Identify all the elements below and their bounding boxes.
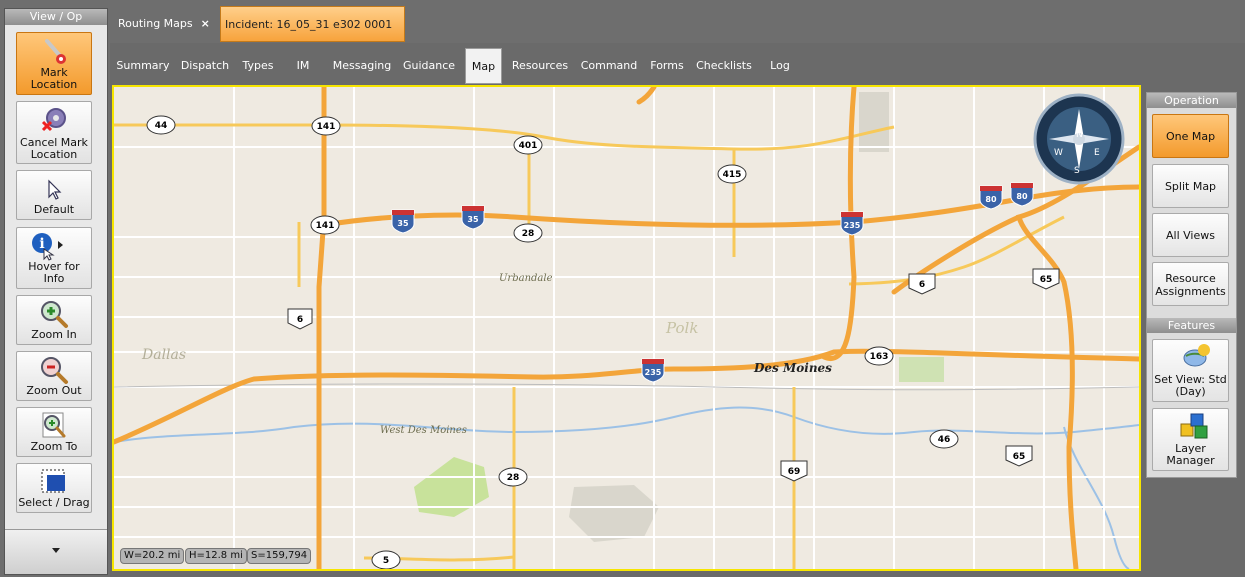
route-shield-5: 5 <box>383 556 389 566</box>
route-shield-28a: 28 <box>522 229 535 239</box>
tab-im[interactable]: IM <box>283 48 323 84</box>
cancel-mark-gear-icon <box>41 108 66 132</box>
hover-for-info-button[interactable]: i Hover for Info <box>16 227 92 289</box>
cancel-mark-location-button[interactable]: Cancel Mark Location <box>16 101 92 164</box>
route-shield-6b: 6 <box>919 280 925 290</box>
default-label: Default <box>33 203 75 216</box>
zoom-to-button[interactable]: Zoom To <box>16 407 92 457</box>
scale-height: H=12.8 mi <box>185 548 247 564</box>
zoom-out-button[interactable]: Zoom Out <box>16 351 92 401</box>
all-views-button[interactable]: All Views <box>1152 213 1229 257</box>
interstate-shield-80b: 80 <box>1016 192 1028 201</box>
tab-guidance[interactable]: Guidance <box>399 48 459 84</box>
route-shield-65a: 65 <box>1040 275 1053 285</box>
route-shield-415: 415 <box>723 170 742 180</box>
zoom-in-button[interactable]: Zoom In <box>16 295 92 345</box>
interstate-shield-80a: 80 <box>985 195 997 204</box>
operation-panel: Operation One Map Split Map All Views Re… <box>1146 92 1237 478</box>
tab-routing-maps-label: Routing Maps <box>118 17 193 30</box>
tab-forms[interactable]: Forms <box>647 48 687 84</box>
zoom-out-icon <box>41 357 68 384</box>
layer-cubes-icon <box>1180 413 1208 439</box>
interstate-shield-35a: 35 <box>397 219 409 228</box>
more-tools-button[interactable] <box>5 529 107 574</box>
route-shield-141a: 141 <box>317 122 336 132</box>
zoom-out-label: Zoom Out <box>26 384 82 397</box>
interstate-shield-35b: 35 <box>467 215 479 224</box>
tab-command[interactable]: Command <box>577 48 641 84</box>
route-shield-141b: 141 <box>316 221 335 231</box>
resource-assignments-button[interactable]: Resource Assignments <box>1152 262 1229 306</box>
tab-dispatch[interactable]: Dispatch <box>177 48 233 84</box>
hover-for-info-label: Hover for Info <box>28 260 80 285</box>
scale-width: W=20.2 mi <box>120 548 185 564</box>
route-shield-163: 163 <box>870 352 889 362</box>
river <box>114 406 1139 443</box>
place-label-urbandale: Urbandale <box>499 273 553 284</box>
tab-log[interactable]: Log <box>763 48 797 84</box>
set-view-label: Set View: Std (Day) <box>1154 373 1227 398</box>
app-window: View / Op Mark Location Cancel Mark Loca… <box>0 0 1245 577</box>
default-button[interactable]: Default <box>16 170 92 220</box>
interstate-shield-235a: 235 <box>844 221 861 230</box>
view-op-panel: View / Op Mark Location Cancel Mark Loca… <box>4 8 108 575</box>
cancel-mark-location-label: Cancel Mark Location <box>20 136 88 161</box>
airport-area <box>569 485 659 542</box>
compass-n: N <box>1076 130 1083 140</box>
view-op-title: View / Op <box>5 9 107 25</box>
compass-control[interactable]: N E S W <box>1033 93 1125 185</box>
one-map-button[interactable]: One Map <box>1152 114 1229 158</box>
info-hover-icon: i <box>32 233 63 261</box>
globe-view-icon <box>1183 344 1210 367</box>
tab-routing-maps[interactable]: Routing Maps × <box>112 6 216 42</box>
route-shield-28b: 28 <box>507 473 520 483</box>
place-label-polk: Polk <box>665 319 698 337</box>
tab-map[interactable]: Map <box>465 48 502 84</box>
mark-location-button[interactable]: Mark Location <box>16 32 92 95</box>
layer-manager-button[interactable]: Layer Manager <box>1152 408 1229 471</box>
compass-e: E <box>1094 148 1100 158</box>
tab-incident[interactable]: Incident: 16_05_31 e302 0001 *× <box>220 6 405 67</box>
layer-manager-label: Layer Manager <box>1166 442 1215 467</box>
zoom-to-icon <box>42 412 66 438</box>
route-shield-46: 46 <box>938 435 951 445</box>
compass-s: S <box>1074 166 1080 176</box>
park-area <box>899 357 944 382</box>
compass-w: W <box>1054 148 1063 158</box>
route-shield-401: 401 <box>519 141 538 151</box>
tab-checklists[interactable]: Checklists <box>693 48 755 84</box>
select-drag-button[interactable]: Select / Drag <box>16 463 92 513</box>
select-drag-icon <box>41 469 65 493</box>
interstate-shield-235b: 235 <box>645 368 662 377</box>
mark-location-label: Mark Location <box>30 66 78 91</box>
scale-ratio: S=159,794 <box>247 548 312 564</box>
route-shield-65b: 65 <box>1013 452 1026 462</box>
set-view-button[interactable]: Set View: Std (Day) <box>1152 339 1229 402</box>
split-map-button[interactable]: Split Map <box>1152 164 1229 208</box>
tab-summary[interactable]: Summary <box>113 48 173 84</box>
tab-resources[interactable]: Resources <box>509 48 571 84</box>
tab-messaging[interactable]: Messaging <box>329 48 395 84</box>
route-shield-44: 44 <box>155 121 168 131</box>
tab-types[interactable]: Types <box>237 48 279 84</box>
zoom-in-label: Zoom In <box>31 328 77 341</box>
zoom-to-label: Zoom To <box>30 440 78 453</box>
zoom-in-icon <box>41 301 68 328</box>
map-canvas[interactable]: N E S W Urbandale Polk Dallas West Des M… <box>114 87 1139 569</box>
place-label-west-des-moines: West Des Moines <box>380 425 467 436</box>
operation-title: Operation <box>1147 93 1236 108</box>
select-drag-label: Select / Drag <box>18 496 90 509</box>
features-title: Features <box>1147 318 1236 333</box>
place-label-dallas: Dallas <box>141 347 186 363</box>
map-view[interactable]: N E S W Urbandale Polk Dallas West Des M… <box>112 85 1141 571</box>
close-icon[interactable]: × <box>201 17 210 30</box>
pin-marker-icon <box>45 39 66 64</box>
cursor-arrow-icon <box>48 179 62 200</box>
airport-area <box>859 92 889 152</box>
chevron-down-icon <box>52 548 60 553</box>
route-shield-69: 69 <box>788 467 801 477</box>
place-label-des-moines: Des Moines <box>753 361 832 375</box>
route-shield-6a: 6 <box>297 315 303 325</box>
